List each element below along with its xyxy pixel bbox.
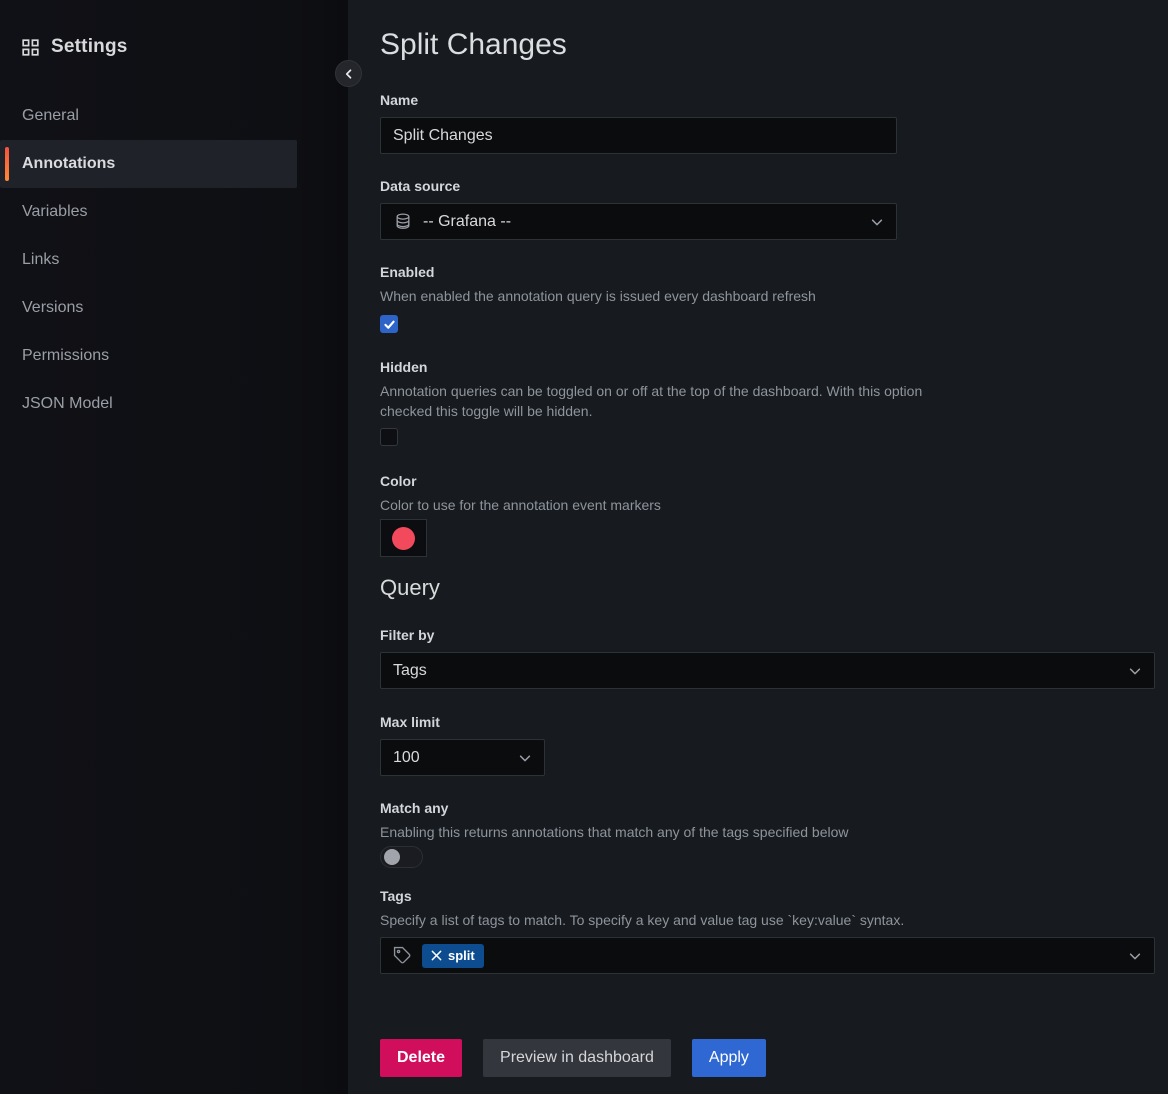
hidden-description: Annotation queries can be toggled on or …: [380, 381, 965, 421]
filter-by-select[interactable]: Tags: [380, 652, 1155, 689]
filter-by-value: Tags: [393, 662, 427, 680]
settings-sidebar: Settings General Annotations Variables L…: [0, 0, 348, 1094]
enabled-description: When enabled the annotation query is iss…: [380, 286, 1168, 306]
hidden-checkbox[interactable]: [380, 428, 398, 446]
query-section-title: Query: [380, 574, 1168, 602]
tags-description: Specify a list of tags to match. To spec…: [380, 910, 1168, 930]
sidebar-item-variables[interactable]: Variables: [0, 188, 348, 236]
sidebar-item-general[interactable]: General: [0, 92, 348, 140]
sidebar-item-permissions[interactable]: Permissions: [0, 332, 348, 380]
hidden-label: Hidden: [380, 359, 1168, 376]
chevron-down-icon: [1128, 949, 1142, 963]
tags-select[interactable]: split: [380, 937, 1155, 974]
sidebar-item-annotations[interactable]: Annotations: [0, 140, 297, 188]
sidebar-title: Settings: [51, 36, 128, 58]
chevron-down-icon: [518, 751, 532, 765]
name-input[interactable]: [380, 117, 897, 154]
name-label: Name: [380, 92, 1168, 109]
tags-label: Tags: [380, 888, 1168, 905]
max-limit-label: Max limit: [380, 714, 1168, 731]
tag-pill-split[interactable]: split: [422, 944, 484, 968]
annotation-marker-color-dot: [392, 527, 415, 550]
annotation-settings-panel: Split Changes Name Data source -- Grafan…: [348, 0, 1168, 1094]
tag-label: split: [448, 948, 475, 963]
match-any-toggle[interactable]: [380, 846, 423, 868]
collapse-sidebar-button[interactable]: [335, 60, 362, 87]
sidebar-item-versions[interactable]: Versions: [0, 284, 348, 332]
chevron-down-icon: [870, 215, 884, 229]
tag-icon: [393, 946, 412, 965]
color-picker-swatch[interactable]: [380, 519, 427, 557]
enabled-label: Enabled: [380, 264, 1168, 281]
color-label: Color: [380, 473, 1168, 490]
sidebar-item-links[interactable]: Links: [0, 236, 348, 284]
max-limit-value: 100: [393, 749, 420, 767]
toggle-knob: [384, 849, 400, 865]
apply-button[interactable]: Apply: [692, 1039, 766, 1077]
chevron-left-icon: [343, 68, 355, 80]
match-any-description: Enabling this returns annotations that m…: [380, 822, 1168, 842]
delete-button[interactable]: Delete: [380, 1039, 462, 1077]
checkmark-icon: [383, 318, 396, 331]
sidebar-header: Settings: [0, 36, 348, 58]
chevron-down-icon: [1128, 664, 1142, 678]
preview-in-dashboard-button[interactable]: Preview in dashboard: [483, 1039, 671, 1077]
data-source-value: -- Grafana --: [423, 213, 511, 231]
enabled-checkbox[interactable]: [380, 315, 398, 333]
match-any-label: Match any: [380, 800, 1168, 817]
apps-grid-icon: [22, 39, 39, 56]
sidebar-item-json-model[interactable]: JSON Model: [0, 380, 348, 428]
page-title: Split Changes: [380, 26, 1168, 64]
remove-tag-icon[interactable]: [431, 950, 442, 961]
data-source-label: Data source: [380, 178, 1168, 195]
filter-by-label: Filter by: [380, 627, 1168, 644]
actions-bar: Delete Preview in dashboard Apply: [380, 1039, 1168, 1077]
max-limit-select[interactable]: 100: [380, 739, 545, 776]
data-source-select[interactable]: -- Grafana --: [380, 203, 897, 240]
color-description: Color to use for the annotation event ma…: [380, 495, 1168, 515]
database-icon: [393, 212, 413, 232]
